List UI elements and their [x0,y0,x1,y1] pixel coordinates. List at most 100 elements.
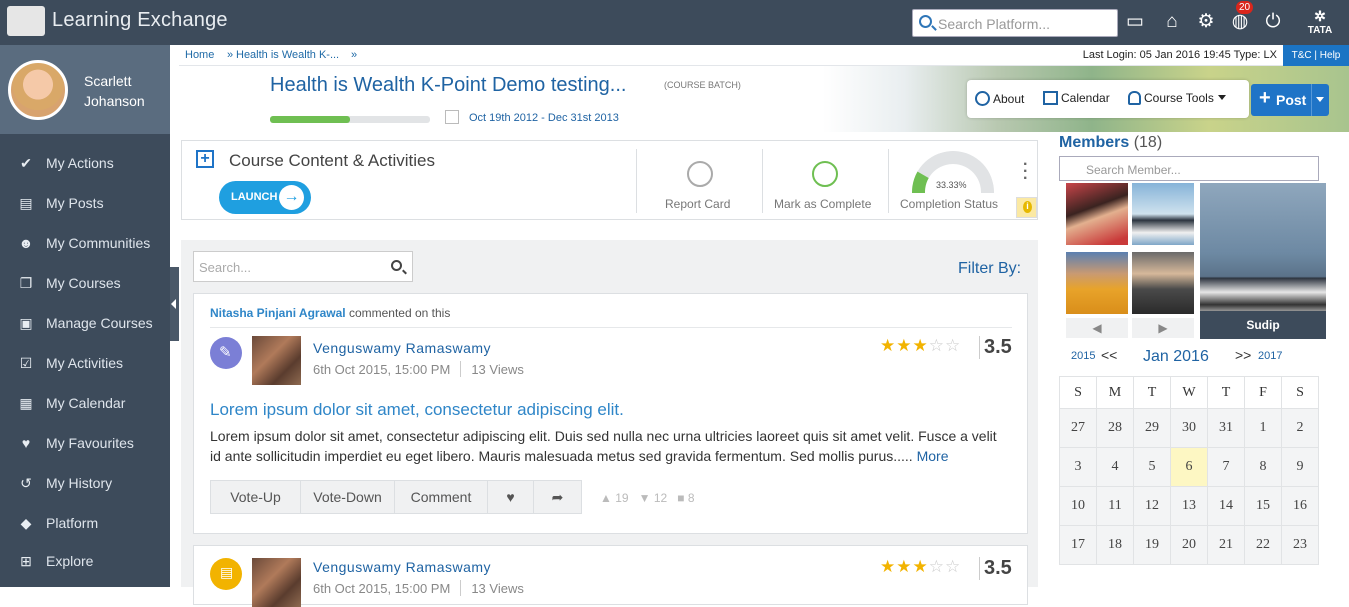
comment-button[interactable]: Comment [395,481,488,513]
gear-icon[interactable]: ⚙ [1194,10,1218,34]
calendar-day[interactable]: 22 [1244,525,1282,565]
check-icon[interactable] [812,161,838,187]
post-author[interactable]: Venguswamy Ramaswamy [313,340,491,356]
breadcrumb-current[interactable]: Health is Wealth K-... [236,49,339,61]
calendar-day[interactable]: 12 [1133,486,1171,526]
avatar[interactable] [8,60,68,120]
report-card-button[interactable]: Report Card [665,197,730,211]
calendar-day[interactable]: 9 [1281,447,1319,487]
calendar-day[interactable]: 1 [1244,408,1282,448]
calendar-day[interactable]: 14 [1207,486,1245,526]
about-label: About [993,92,1025,106]
featured-member-name[interactable]: Sudip [1200,311,1326,339]
calendar-day[interactable]: 5 [1133,447,1171,487]
calendar-day[interactable]: 30 [1170,408,1208,448]
calendar-day[interactable]: 7 [1207,447,1245,487]
calendar-day[interactable]: 18 [1096,525,1134,565]
notification-badge: 20 [1236,1,1254,14]
calendar-day[interactable]: 16 [1281,486,1319,526]
post-body: Lorem ipsum dolor sit amet, consectetur … [210,426,1010,466]
course-tools-dropdown[interactable]: Course Tools [1128,91,1226,105]
calendar-day[interactable]: 8 [1244,447,1282,487]
author-thumbnail[interactable] [252,558,301,607]
sidebar-item-explore[interactable]: ⊞ Explore [0,542,170,582]
calendar-day[interactable]: 29 [1133,408,1171,448]
post-type-badge: ✎ [210,337,242,369]
sidebar-item-my-actions[interactable]: ✔ My Actions [0,144,170,184]
comment-activity: Nitasha Pinjani Agrawal commented on thi… [210,306,450,320]
window-icon[interactable]: ▭ [1123,10,1147,34]
sidebar-item-my-activities[interactable]: ☑ My Activities [0,344,170,384]
info-icon[interactable] [1016,197,1037,218]
calendar-day[interactable]: 19 [1133,525,1171,565]
member-avatar[interactable] [1066,252,1128,314]
power-icon[interactable]: ⏻ [1261,10,1285,34]
calendar-day[interactable]: 20 [1170,525,1208,565]
calendar-day[interactable]: 28 [1096,408,1134,448]
author-thumbnail[interactable] [252,336,301,385]
calendar-day[interactable]: 23 [1281,525,1319,565]
calendar-day[interactable]: 4 [1096,447,1134,487]
sidebar-item-label: My Courses [46,275,121,291]
sidebar-item-my-communities[interactable]: ☻ My Communities [0,224,170,264]
star-rating[interactable]: ★★★☆☆ [880,336,961,356]
filter-by-button[interactable]: Filter By: [958,260,1021,278]
sidebar-item-my-calendar[interactable]: ▦ My Calendar [0,384,170,424]
sidebar-item-manage-courses[interactable]: ▣ Manage Courses [0,304,170,344]
member-avatar[interactable] [1132,252,1194,314]
sidebar-item-my-posts[interactable]: ▤ My Posts [0,184,170,224]
home-icon[interactable]: ⌂ [1160,10,1184,34]
calendar-day[interactable]: 15 [1244,486,1282,526]
calendar-day[interactable]: 10 [1059,486,1097,526]
terms-help-link[interactable]: T&C | Help [1283,45,1349,66]
search-icon[interactable] [391,260,402,271]
calendar-day[interactable]: 13 [1170,486,1208,526]
star-rating[interactable]: ★★★☆☆ [880,557,961,577]
post-author[interactable]: Venguswamy Ramaswamy [313,559,491,575]
calendar-day[interactable]: 11 [1096,486,1134,526]
calendar-next-button[interactable]: >> [1235,347,1251,363]
sidebar-item-my-favourites[interactable]: ♥ My Favourites [0,424,170,464]
app-logo[interactable] [7,6,45,36]
sidebar-item-platform[interactable]: ◆ Platform [0,504,170,544]
launch-button[interactable]: LAUNCH → [219,181,311,214]
members-prev-button[interactable]: ◀ [1066,318,1128,338]
more-link[interactable]: More [917,448,949,464]
user-profile[interactable]: Scarlett Johanson [0,45,170,134]
member-avatar[interactable] [1132,183,1194,245]
calendar-day[interactable]: 31 [1207,408,1245,448]
breadcrumb-home[interactable]: Home [185,49,214,61]
calendar-button[interactable]: Calendar [1043,91,1110,105]
mark-complete-button[interactable]: Mark as Complete [774,197,871,211]
commenter-name[interactable]: Nitasha Pinjani Agrawal [210,306,346,320]
calendar-prev-year[interactable]: 2015 [1071,350,1095,362]
member-avatar[interactable] [1066,183,1128,245]
report-card-icon[interactable] [687,161,713,187]
feed-search-input[interactable]: Search... [193,251,413,282]
post-title[interactable]: Lorem ipsum dolor sit amet, consectetur … [210,400,624,420]
calendar-day-today[interactable]: 6 [1170,447,1208,487]
expand-icon[interactable]: + [196,150,214,168]
sidebar-item-my-history[interactable]: ↺ My History [0,464,170,504]
calendar-day[interactable]: 3 [1059,447,1097,487]
vote-down-button[interactable]: Vote-Down [301,481,395,513]
calendar-day[interactable]: 17 [1059,525,1097,565]
calendar-day[interactable]: 2 [1281,408,1319,448]
platform-search-input[interactable]: Search Platform... [912,9,1118,37]
about-button[interactable]: About [975,91,1024,106]
more-options-icon[interactable]: · · · [1023,157,1029,187]
sidebar-collapse-toggle[interactable] [170,267,179,341]
calendar-day[interactable]: 27 [1059,408,1097,448]
post-button[interactable]: + Post [1251,84,1329,116]
vote-up-button[interactable]: Vote-Up [211,481,301,513]
members-next-button[interactable]: ▶ [1132,318,1194,338]
share-button[interactable]: ➦ [534,481,581,513]
calendar-prev-button[interactable]: << [1101,347,1117,363]
calendar-day[interactable]: 21 [1207,525,1245,565]
last-login-info: Last Login: 05 Jan 2016 19:45 Type: LX [1082,49,1277,61]
post-dropdown-toggle[interactable] [1311,84,1329,116]
member-search-input[interactable]: Search Member... [1059,156,1319,181]
calendar-next-year[interactable]: 2017 [1258,350,1282,362]
sidebar-item-my-courses[interactable]: ❐ My Courses [0,264,170,304]
favourite-button[interactable]: ♥ [488,481,534,513]
